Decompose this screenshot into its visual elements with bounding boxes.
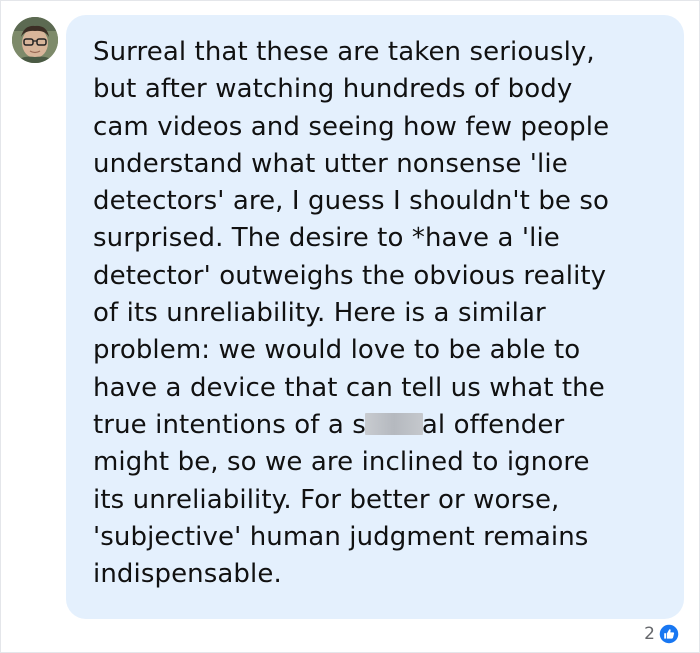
- comment-bubble: Surreal that these are taken seriously, …: [66, 15, 684, 619]
- comment-line: might be, so we are inclined to ignore: [93, 447, 590, 478]
- comment-line-censored: true intentions of a s al offender: [93, 407, 664, 444]
- comment-line: Surreal that these are taken seriously,: [93, 37, 595, 67]
- comment-line: detectors' are, I guess I shouldn't be s…: [93, 186, 610, 217]
- comment-line: its unreliability. For better or worse,: [93, 484, 560, 515]
- censored-line-before: true intentions of a s: [93, 409, 366, 440]
- comment-line: problem: we would love to be able to: [93, 335, 581, 366]
- comment-line: detector' outweighs the obvious reality: [93, 260, 607, 291]
- reaction-summary[interactable]: 2: [644, 622, 680, 646]
- user-avatar-icon: [12, 17, 58, 63]
- comment-line: surprised. The desire to *have a 'lie: [93, 223, 560, 254]
- comment-line: cam videos and seeing how few people: [93, 111, 610, 142]
- comment-line: of its unreliability. Here is a similar: [93, 298, 546, 329]
- censored-line-after: al offender: [421, 409, 565, 440]
- comment-text: Surreal that these are taken seriously, …: [93, 34, 664, 593]
- censor-blur: [364, 412, 423, 435]
- reaction-count: 2: [644, 624, 655, 644]
- comment-line: 'subjective' human judgment remains: [93, 521, 589, 552]
- like-icon: [658, 623, 680, 645]
- comment-line: understand what utter nonsense 'lie: [93, 148, 568, 179]
- avatar[interactable]: [12, 17, 58, 63]
- comment-line: have a device that can tell us what the: [93, 372, 605, 403]
- comment-line: but after watching hundreds of body: [93, 74, 573, 105]
- comment-line: indispensable.: [93, 559, 282, 590]
